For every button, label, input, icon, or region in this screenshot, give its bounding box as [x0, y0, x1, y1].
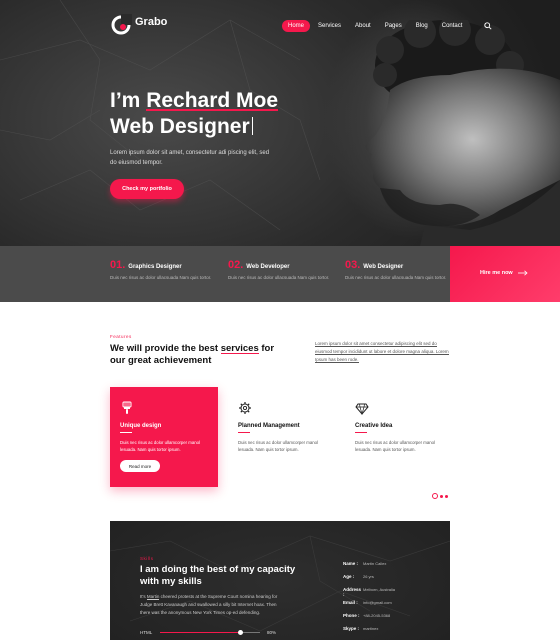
strip-item[interactable]: 03. Web Designer Duis nec risus ac dolor…: [345, 259, 455, 281]
skill-bar-percent: 80%: [267, 630, 277, 635]
strip-description: Duis nec risus ac dolor ullacsuada Nam q…: [110, 275, 212, 280]
carousel-dot[interactable]: [445, 494, 448, 498]
card-divider: [238, 432, 250, 433]
card-description: Duis nec risus ac dolor ullamcorper mano…: [355, 440, 436, 452]
info-row: Age : 26 yrs: [343, 574, 443, 587]
skills-section: Skills I am doing the best of my capacit…: [110, 521, 450, 640]
nav-about[interactable]: About: [349, 20, 377, 32]
skills-description-text: cheered protests at the Supreme Court no…: [140, 594, 278, 615]
diamond-icon: [355, 403, 369, 415]
strip-title: Graphics Designer: [128, 264, 182, 270]
strip-title: Web Designer: [363, 264, 404, 270]
hero-subtitle: Lorem ipsum dolor sit amet, consectetur …: [110, 150, 270, 166]
info-row: Address : Melborn, Australia: [343, 587, 443, 600]
card-title: Unique design: [120, 423, 162, 429]
info-value: info@gmail.com: [363, 600, 392, 605]
info-row: Email : info@gmail.com: [343, 600, 443, 613]
strip-number: 01.: [110, 259, 126, 271]
carousel-dot-active[interactable]: [432, 493, 438, 499]
nav-pages[interactable]: Pages: [379, 20, 408, 32]
card-description: Duis nec risus ac dolor ullamcorper mano…: [120, 440, 201, 452]
portrait-image: [365, 20, 560, 246]
features-title-text: We will provide the best: [110, 343, 221, 354]
arrow-right-icon: [518, 270, 528, 276]
skill-bar-track: [160, 630, 260, 635]
features-description: Lorem ipsum dolor sit amet consectetur a…: [315, 340, 455, 364]
nav-blog[interactable]: Blog: [410, 20, 434, 32]
features-title: We will provide the best services for ou…: [110, 343, 280, 367]
feature-card-creative-idea[interactable]: Creative Idea Duis nec risus ac dolor ul…: [345, 387, 453, 487]
hero-name: Rechard Moe: [146, 89, 279, 112]
strip-description: Duis nec risus ac dolor ullacsuada Nam q…: [228, 275, 330, 280]
info-row: Name : Martin Callex: [343, 561, 443, 574]
skill-bar-label: HTML: [140, 630, 153, 635]
logo[interactable]: Grabo: [110, 14, 167, 36]
personal-info: Name : Martin Callex Age : 26 yrs Address …: [343, 561, 443, 639]
brush-icon: [122, 401, 132, 414]
hire-label: Hire me now: [480, 270, 513, 276]
hero-greeting: I’m: [110, 89, 147, 112]
info-value: 26 yrs: [363, 574, 374, 579]
info-value: Martin Callex: [363, 561, 387, 566]
main-nav: Home Services About Pages Blog Contact: [282, 20, 492, 32]
card-title: Creative Idea: [355, 423, 393, 429]
features-label: Features: [110, 334, 132, 339]
carousel-dot[interactable]: [440, 494, 443, 498]
skills-description-link[interactable]: Martin: [146, 594, 160, 600]
info-key: Name :: [343, 561, 359, 566]
info-key: Address :: [343, 587, 362, 597]
portfolio-button[interactable]: Check my portfolio: [110, 179, 184, 199]
nav-home[interactable]: Home: [282, 20, 311, 32]
carousel-dots: [432, 493, 450, 499]
skills-description: It's Martin cheered protests at the Supr…: [140, 593, 280, 617]
skills-label: Skills: [140, 556, 154, 561]
info-value: martinex: [363, 626, 379, 631]
hero-role: Web Designer: [110, 115, 250, 138]
hero-title: I’m Rechard Moe Web Designer: [110, 88, 278, 140]
card-title: Planned Management: [238, 423, 300, 429]
info-value: Melborn, Australia: [363, 587, 396, 592]
info-key: Skype :: [343, 626, 360, 631]
read-more-button[interactable]: Read more: [120, 460, 160, 472]
strip-title: Web Developer: [246, 264, 290, 270]
skill-bar-fill: [160, 632, 240, 633]
info-row: Skype : martinex: [343, 626, 443, 639]
strip-number: 02.: [228, 259, 244, 271]
strip-item[interactable]: 02. Web Developer Duis nec risus ac dolo…: [228, 259, 338, 281]
card-divider: [120, 432, 132, 433]
strip-item[interactable]: 01. Graphics Designer Duis nec risus ac …: [110, 259, 220, 281]
features-description-text: Lorem ipsum dolor sit amet consectetur a…: [315, 341, 449, 363]
feature-card-planned-management[interactable]: Planned Management Duis nec risus ac dol…: [228, 387, 336, 487]
services-strip: 01. Graphics Designer Duis nec risus ac …: [0, 246, 450, 302]
skill-bar-handle[interactable]: [237, 630, 243, 635]
info-value: +88-2045-5368: [363, 613, 391, 618]
card-divider: [355, 432, 367, 433]
brand-name: Grabo: [135, 16, 168, 28]
typing-cursor: [251, 117, 253, 135]
skills-description-text: It's: [140, 594, 147, 599]
nav-services[interactable]: Services: [312, 20, 347, 32]
logo-icon: [111, 14, 132, 35]
card-description: Duis nec risus ac dolor ullamcorper mano…: [238, 440, 319, 452]
feature-card-unique-design[interactable]: Unique design Duis nec risus ac dolor ul…: [110, 387, 218, 487]
skills-title: I am doing the best of my capacity with …: [140, 564, 296, 587]
info-key: Phone :: [343, 613, 360, 618]
nav-contact[interactable]: Contact: [436, 20, 469, 32]
info-key: Email :: [343, 600, 358, 605]
strip-number: 03.: [345, 259, 361, 271]
gear-icon: [239, 402, 251, 414]
hero-section: Grabo Home Services About Pages Blog Con…: [0, 0, 560, 246]
search-icon[interactable]: [484, 22, 492, 30]
features-title-highlight: services: [220, 343, 259, 354]
strip-description: Duis nec risus ac dolor ullacsuada Nam q…: [345, 275, 447, 280]
info-key: Age :: [343, 574, 355, 579]
hire-me-button[interactable]: Hire me now: [450, 246, 560, 302]
info-row: Phone : +88-2045-5368: [343, 613, 443, 626]
